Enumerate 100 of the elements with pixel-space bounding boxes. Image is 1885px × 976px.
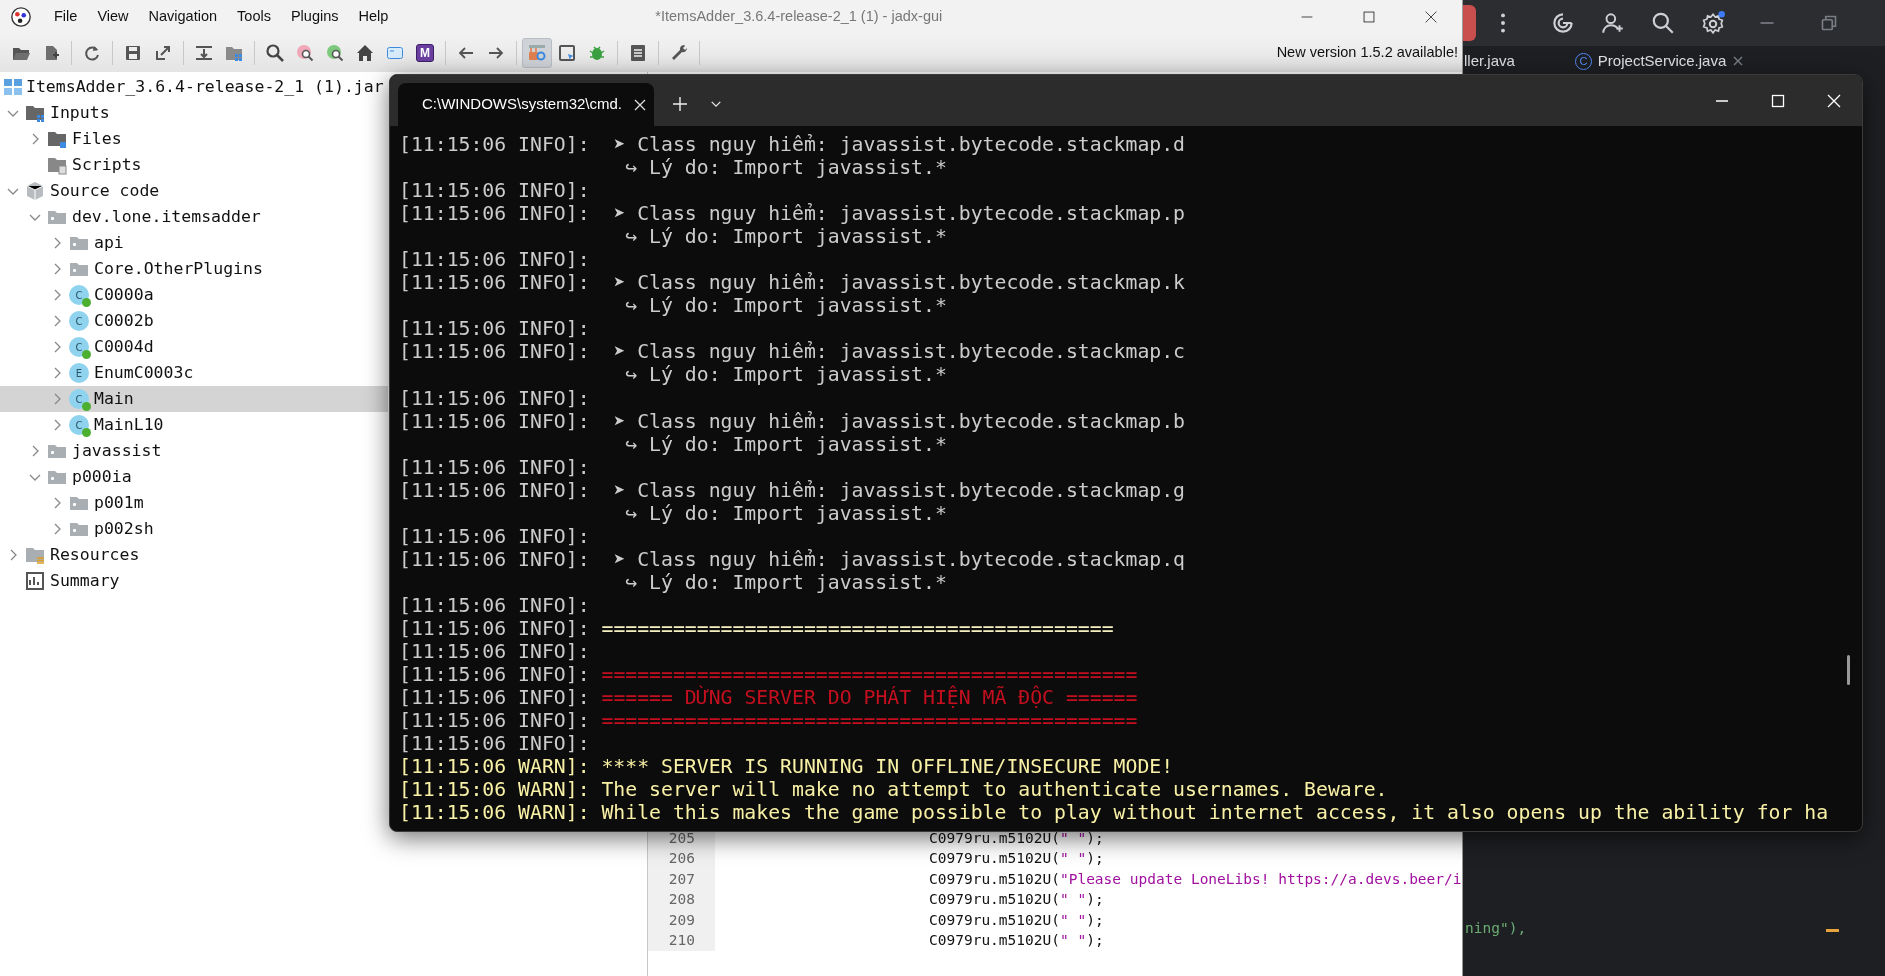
folder-icon	[25, 545, 45, 565]
search-class-icon[interactable]	[295, 43, 315, 63]
home-icon[interactable]	[355, 43, 375, 63]
maximize-icon[interactable]	[1770, 92, 1786, 109]
search-icon[interactable]	[265, 43, 285, 63]
tree-item[interactable]: p000ia	[0, 464, 134, 490]
class-icon: C	[69, 285, 89, 305]
settings-icon[interactable]	[1700, 10, 1726, 36]
class-icon: C	[69, 415, 89, 435]
add-user-icon[interactable]	[1600, 10, 1626, 36]
tree-item[interactable]: C MainL10	[0, 412, 166, 438]
cursor-window-icon[interactable]	[557, 43, 577, 63]
tab-label: ProjectService.java	[1597, 51, 1727, 71]
code-line: C0979ru.m5102U("Please update LoneLibs! https://a.devs.beer/i	[928, 869, 1462, 889]
tree-item[interactable]: Source code	[0, 178, 162, 204]
tree-item[interactable]: api	[0, 230, 126, 256]
tree-item[interactable]: C Main	[0, 386, 388, 412]
folder-icon	[25, 103, 45, 123]
code-line: C0979ru.m5102U(" ");	[928, 829, 1104, 848]
grid-icon	[3, 77, 23, 97]
plus-icon[interactable]	[673, 97, 687, 111]
console-line: [11:15:06 INFO]:	[399, 732, 590, 756]
app-logo-icon	[10, 6, 32, 28]
lock-gear-icon[interactable]	[527, 43, 547, 63]
console-line: [11:15:06 INFO]: ====== DỪNG SERVER DO PHÁT HIỆN MÃ ĐỘC ======	[399, 686, 1138, 710]
console-line: ↪ Lý do: Import javassist.*	[624, 225, 947, 249]
tree-item[interactable]: Scripts	[0, 152, 144, 178]
console-line: [11:15:06 INFO]:	[399, 179, 590, 203]
bug-icon[interactable]	[587, 43, 607, 63]
tree-item[interactable]: C C0002b	[0, 308, 156, 334]
console-line: [11:15:06 INFO]: ➤ Class nguy hiểm: javassist.bytecode.stackmap.g	[399, 478, 1186, 502]
console-line: ↪ Lý do: Import javassist.*	[624, 363, 947, 387]
menu-item[interactable]: Navigation	[138, 2, 228, 32]
folder-icon	[47, 129, 67, 149]
terminal-tab[interactable]: C:\WINDOWS\system32\cmd.	[398, 83, 654, 126]
line-number: 206	[648, 849, 715, 870]
console-line: [11:15:06 INFO]: ➤ Class nguy hiểm: javassist.bytecode.stackmap.b	[399, 409, 1186, 433]
window-title: *ItemsAdder_3.6.4-release-2_1 (1) - jadx-gui	[655, 7, 943, 27]
list-icon[interactable]	[628, 43, 648, 63]
tree-item[interactable]: ItemsAdder_3.6.4-release-2_1 (1).jar	[0, 74, 384, 100]
tree-item[interactable]: E EnumC0003c	[0, 360, 196, 386]
tree-item[interactable]: Core.OtherPlugins	[0, 256, 265, 282]
tree-item[interactable]: p002sh	[0, 516, 156, 542]
search-usage-icon[interactable]	[325, 43, 345, 63]
toolbar-button[interactable]	[1463, 5, 1476, 41]
line-number: 210	[648, 930, 715, 951]
console-line: [11:15:06 INFO]: ===========================================	[399, 617, 1114, 641]
chart-icon	[25, 571, 45, 591]
code-line: C0979ru.m5102U(" ");	[928, 849, 1104, 869]
console-line: [11:15:06 INFO]:	[399, 386, 590, 410]
code-text: ning"),	[1464, 919, 1527, 939]
console-line: [11:15:06 WARN]: **** SERVER IS RUNNING IN OFFLINE/INSECURE MODE!	[399, 755, 1174, 779]
folder-icon	[47, 155, 67, 175]
menu-item[interactable]: View	[87, 2, 139, 32]
close-icon[interactable]	[634, 98, 647, 111]
scrollbar-thumb[interactable]	[1847, 655, 1850, 685]
tree-item[interactable]: Resources	[0, 542, 142, 568]
console-line: [11:15:06 INFO]:	[399, 455, 590, 479]
console-line: [11:15:06 INFO]:	[399, 317, 590, 341]
console-line: [11:15:06 INFO]: ➤ Class nguy hiểm: javassist.bytecode.stackmap.k	[399, 271, 1186, 295]
console-line: [11:15:06 INFO]: ➤ Class nguy hiểm: javassist.bytecode.stackmap.q	[399, 547, 1186, 571]
tree-item[interactable]: javassist	[0, 438, 164, 464]
tree-item[interactable]: p001m	[0, 490, 146, 516]
editor-tab[interactable]: ller.java	[1464, 50, 1515, 73]
code-line: C0979ru.m5102U(" ");	[928, 890, 1104, 910]
class-icon: C	[69, 311, 89, 331]
line-number: 208	[648, 889, 715, 911]
tree-item[interactable]: dev.lone.itemsadder	[0, 204, 263, 230]
console-line: ↪ Lý do: Import javassist.*	[624, 432, 947, 456]
line-number: 209	[648, 910, 715, 931]
refresh-icon[interactable]	[82, 43, 102, 63]
console-line: [11:15:06 WARN]: While this makes the game possible to play without internet access, it also opens up the ability for ha	[399, 801, 1829, 825]
save-icon[interactable]	[123, 43, 143, 63]
menu-item[interactable]: File	[44, 2, 88, 32]
menu-item[interactable]: Tools	[227, 2, 281, 32]
class-icon: C	[69, 337, 89, 357]
export-icon[interactable]	[153, 43, 173, 63]
tree-item[interactable]: Summary	[0, 568, 122, 594]
console-line: ↪ Lý do: Import javassist.*	[624, 570, 947, 594]
align-icon[interactable]	[194, 43, 214, 63]
editor-tab[interactable]: C ProjectService.java	[1574, 50, 1745, 73]
tree-item[interactable]: C C0004d	[0, 334, 156, 360]
console-line: ↪ Lý do: Import javassist.*	[624, 501, 947, 525]
console-line: [11:15:06 INFO]: =============================================	[399, 709, 1138, 733]
tree-item[interactable]: C C0000a	[0, 282, 156, 308]
search-icon[interactable]	[1650, 10, 1676, 36]
menu-item[interactable]: Plugins	[280, 2, 349, 32]
swirl-icon[interactable]	[1550, 10, 1576, 36]
tree-item[interactable]: Inputs	[0, 100, 112, 126]
tree-item[interactable]: Files	[0, 126, 124, 152]
console-line: ↪ Lý do: Import javassist.*	[624, 294, 947, 318]
update-notice[interactable]: New version 1.5.2 available!	[1276, 42, 1462, 64]
menu-item[interactable]: Help	[348, 2, 399, 32]
console-line: [11:15:06 INFO]:	[399, 640, 590, 664]
code-line: C0979ru.m5102U(" ");	[928, 910, 1104, 930]
line-number: 207	[648, 869, 715, 890]
toolbar-button[interactable]: M	[410, 38, 440, 68]
warning-marker	[1826, 929, 1840, 932]
console-line: ↪ Lý do: Import javassist.*	[624, 156, 947, 180]
console-line: [11:15:06 INFO]: ➤ Class nguy hiểm: javassist.bytecode.stackmap.d	[399, 133, 1186, 157]
